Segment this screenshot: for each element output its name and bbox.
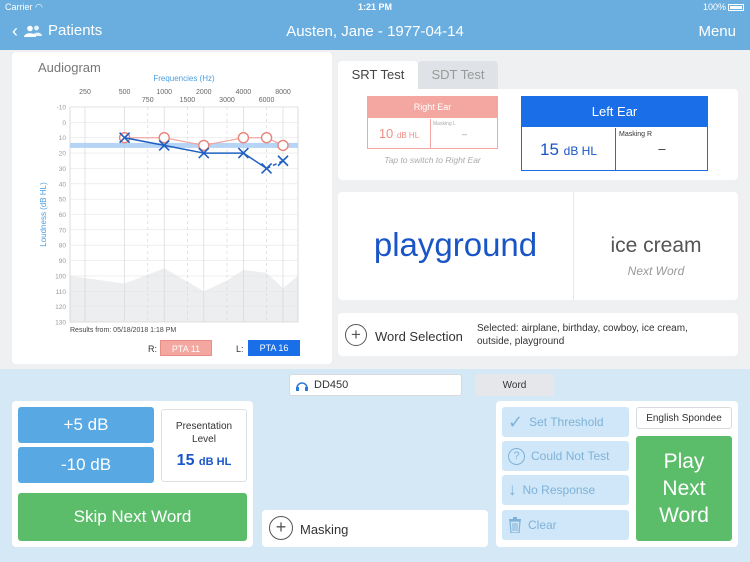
status-bar: Carrier ◠ 1:21 PM 100% bbox=[0, 0, 750, 14]
freq-tick-label: 6000 bbox=[259, 97, 275, 104]
skip-next-word-button[interactable]: Skip Next Word bbox=[18, 493, 247, 541]
db-tick-label: 90 bbox=[59, 258, 67, 265]
presentation-level-value: 15 dB HL bbox=[176, 452, 232, 469]
db-tick-label: 20 bbox=[59, 151, 67, 158]
freq-tick-label: 8000 bbox=[275, 89, 291, 96]
set-threshold-button[interactable]: ✓ Set Threshold bbox=[502, 407, 629, 437]
right-ear-masking: Masking L – bbox=[430, 119, 498, 149]
db-tick-label: 120 bbox=[55, 304, 66, 311]
clock: 1:21 PM bbox=[357, 2, 392, 12]
db-tick-label: 100 bbox=[55, 273, 66, 280]
headphones-icon bbox=[296, 381, 308, 391]
db-tick-label: 80 bbox=[59, 243, 67, 250]
next-word-label: Next Word bbox=[627, 264, 685, 278]
db-tick-label: 10 bbox=[59, 135, 67, 142]
db-tick-label: 30 bbox=[59, 166, 67, 173]
right-ear-card[interactable]: Right Ear 10 dB HL Masking L – bbox=[367, 96, 498, 149]
tab-sdt[interactable]: SDT Test bbox=[418, 61, 498, 89]
arrow-down-icon: ↓ bbox=[508, 480, 517, 499]
masking-label: Masking bbox=[300, 522, 349, 537]
db-tick-label: 130 bbox=[55, 320, 66, 327]
db-tick-label: 50 bbox=[59, 197, 67, 204]
left-ear-card[interactable]: Left Ear 15 dB HL Masking R – bbox=[521, 96, 708, 171]
freq-tick-label: 500 bbox=[119, 89, 131, 96]
transducer-field[interactable]: DD450 bbox=[289, 374, 462, 396]
play-next-word-button[interactable]: Play Next Word bbox=[636, 436, 732, 541]
right-ear-value: 10 dB HL bbox=[378, 126, 420, 141]
pta-right-label: R: bbox=[148, 344, 157, 354]
results-date: Results from: 05/18/2018 1:18 PM bbox=[70, 327, 176, 334]
y-axis-label: Loudness (dB HL) bbox=[39, 182, 48, 247]
db-tick-label: 70 bbox=[59, 227, 67, 234]
left-ear-value: 15 dB HL bbox=[539, 140, 597, 159]
tab-srt[interactable]: SRT Test bbox=[338, 61, 418, 89]
battery-indicator: 100% bbox=[703, 2, 744, 12]
right-ear-point bbox=[260, 132, 273, 144]
switch-ear-hint: Tap to switch to Right Ear bbox=[384, 155, 481, 165]
pta-left-label: L: bbox=[236, 344, 244, 354]
srt-band bbox=[70, 142, 298, 148]
freq-tick-label: 3000 bbox=[219, 97, 235, 104]
left-ear-line-segment bbox=[242, 152, 267, 170]
db-tick-label: 110 bbox=[56, 289, 67, 296]
left-ear-title: Left Ear bbox=[522, 97, 707, 127]
no-response-button[interactable]: ↓ No Response bbox=[502, 475, 629, 505]
audiogram-chart[interactable]: -10 0 10 20 30 40 50 60 70 80 90 100 110 120 130 250 500… bbox=[30, 72, 310, 334]
db-tick-label: -10 bbox=[57, 105, 67, 112]
freq-tick-label: 2000 bbox=[196, 89, 212, 96]
masking-panel[interactable] bbox=[262, 510, 488, 547]
right-ear-title: Right Ear bbox=[368, 97, 497, 118]
pta-left-badge: PTA 16 bbox=[248, 340, 300, 356]
question-circle-icon: ? bbox=[508, 447, 525, 465]
word-selection-label: Word Selection bbox=[375, 329, 463, 344]
left-ear-line-segment bbox=[266, 160, 284, 170]
selected-words: Selected: airplane, birthday, cowboy, ic… bbox=[477, 323, 688, 347]
menu-button[interactable]: Menu bbox=[698, 23, 736, 40]
db-tick-label: 0 bbox=[62, 120, 66, 127]
increase-5db-button[interactable]: +5 dB bbox=[18, 407, 154, 443]
severe-loss-region bbox=[70, 268, 298, 322]
presentation-level-box: Presentation Level 15 dB HL bbox=[161, 409, 247, 482]
plus-circle-icon: + bbox=[345, 324, 367, 346]
masking-plus-icon: + bbox=[269, 516, 293, 540]
right-ear-point bbox=[277, 139, 289, 152]
mode-button[interactable]: Word bbox=[475, 374, 554, 396]
freq-tick-label: 750 bbox=[142, 97, 154, 104]
checkmark-icon: ✓ bbox=[508, 411, 524, 432]
current-word: playground bbox=[373, 226, 538, 263]
left-ear-masking: Masking R – bbox=[615, 128, 708, 171]
db-tick-label: 40 bbox=[59, 181, 67, 188]
x-axis-label: Frequencies (Hz) bbox=[153, 74, 215, 83]
trash-icon bbox=[509, 517, 521, 533]
presentation-level-label: Presentation Level bbox=[175, 421, 233, 445]
could-not-test-button[interactable]: ? Could Not Test bbox=[502, 441, 629, 471]
right-ear-point bbox=[237, 132, 250, 144]
next-word: ice cream bbox=[610, 234, 702, 257]
decrease-10db-button[interactable]: -10 dB bbox=[18, 447, 154, 483]
freq-tick-label: 1000 bbox=[156, 89, 172, 96]
pta-right-badge: PTA 11 bbox=[160, 340, 212, 356]
word-list-button[interactable]: English Spondee bbox=[636, 407, 732, 429]
clear-button[interactable]: Clear bbox=[502, 510, 629, 540]
patient-title: Austen, Jane - 1977-04-14 bbox=[286, 23, 464, 40]
battery-icon bbox=[728, 4, 744, 11]
freq-tick-label: 1500 bbox=[180, 97, 196, 104]
nav-bar: ‹ Patients Austen, Jane - 1977-04-14 Men… bbox=[0, 14, 750, 50]
freq-tick-label: 4000 bbox=[236, 89, 252, 96]
freq-tick-label: 250 bbox=[79, 89, 91, 96]
db-tick-label: 60 bbox=[59, 212, 67, 219]
